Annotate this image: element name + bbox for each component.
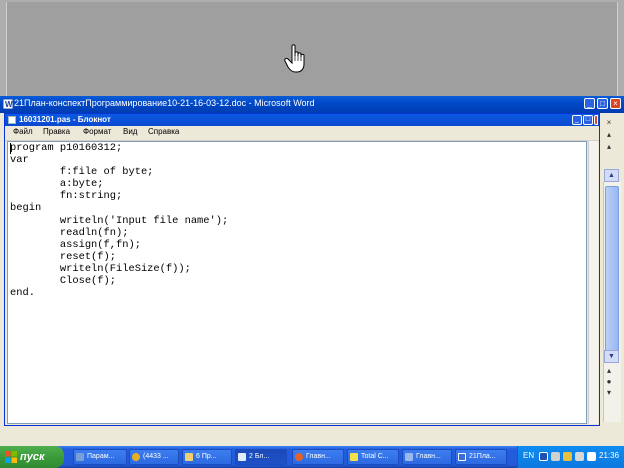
taskbar-button-main[interactable]: Главн... [402, 449, 452, 465]
firefox-icon [295, 453, 303, 461]
notepad-text-area[interactable]: program p10160312; var f:file of byte; a… [7, 141, 587, 424]
word-prev-page-icon[interactable]: ▴ [604, 366, 614, 376]
word-maximize-button[interactable]: □ [597, 98, 608, 109]
source-code-text: program p10160312; var f:file of byte; a… [10, 142, 229, 300]
word-minimize-button[interactable]: _ [584, 98, 595, 109]
notepad-icon [238, 453, 246, 461]
taskbar-button-label: (4433 ... [143, 453, 169, 460]
taskbar-button-label: Парам... [87, 453, 115, 460]
volume-icon[interactable] [575, 452, 584, 461]
word-next-page-icon[interactable]: ▾ [604, 388, 614, 398]
taskbar-button-totalcmd[interactable]: Total C... [347, 449, 399, 465]
totalcmd-icon [350, 453, 358, 461]
help-icon[interactable] [539, 452, 548, 461]
system-tray: EN 21:36 [517, 446, 624, 468]
word-side-arrow2-icon[interactable]: ▴ [604, 142, 614, 152]
desktop-screen: W 21План-конспектПрограммирование10-21-1… [0, 0, 624, 468]
gray-panel [6, 2, 618, 96]
taskbar-button-params[interactable]: Парам... [73, 449, 127, 465]
shield-icon[interactable] [563, 452, 572, 461]
language-indicator[interactable]: EN [523, 451, 534, 460]
folder-icon [185, 453, 193, 461]
taskbar-button-chrome[interactable]: (4433 ... [129, 449, 179, 465]
taskbar-button-label: Главн... [306, 453, 331, 460]
taskbar-button-word[interactable]: 21Пла... [455, 449, 507, 465]
tray-app-icon[interactable] [587, 452, 596, 461]
windows-logo-icon [5, 451, 17, 463]
word-icon [458, 453, 466, 461]
menu-format[interactable]: Формат [83, 127, 111, 136]
svg-text:W: W [5, 100, 13, 109]
menu-view[interactable]: Вид [123, 127, 137, 136]
word-window-title: 21План-конспектПрограммирование10-21-16-… [14, 98, 315, 108]
word-side-arrow-icon[interactable]: ▴ [604, 130, 614, 140]
notepad-menubar: Файл Правка Формат Вид Справка [5, 126, 599, 141]
menu-help[interactable]: Справка [148, 127, 179, 136]
word-scroll-down-button[interactable]: ▼ [604, 350, 619, 363]
gear-icon [76, 453, 84, 461]
text-caret [10, 143, 11, 154]
word-browse-object-icon[interactable]: ● [604, 377, 614, 387]
hand-cursor-icon [284, 44, 305, 73]
taskbar-button-folders[interactable]: 6 Пр... [182, 449, 232, 465]
taskbar-button-label: Total C... [361, 453, 389, 460]
notepad-window: 16031201.pas - Блокнот _ □ Файл Правка Ф… [4, 113, 600, 426]
chrome-icon [132, 453, 140, 461]
notepad-app-icon [8, 116, 16, 124]
menu-file[interactable]: Файл [13, 127, 33, 136]
menu-edit[interactable]: Правка [43, 127, 70, 136]
notepad-close-button[interactable] [594, 115, 598, 125]
notepad-window-title: 16031201.pas - Блокнот [19, 115, 111, 124]
clock: 21:36 [599, 451, 620, 460]
word-doc-close-icon[interactable]: × [604, 118, 614, 128]
word-scroll-up-button[interactable]: ▲ [604, 169, 619, 182]
notepad-titlebar[interactable]: 16031201.pas - Блокнот _ □ [5, 114, 599, 126]
taskbar-button-notepad[interactable]: 2 Бл... [235, 449, 287, 465]
taskbar-button-firefox[interactable]: Главн... [292, 449, 344, 465]
taskbar: пуск Парам... (4433 ... 6 Пр... 2 Бл... … [0, 446, 624, 468]
start-button[interactable]: пуск [0, 446, 64, 468]
word-close-button[interactable]: × [610, 98, 621, 109]
taskbar-button-label: 21Пла... [469, 453, 496, 460]
notepad-maximize-button[interactable]: □ [583, 115, 593, 125]
word-scroll-thumb[interactable] [605, 186, 619, 351]
taskbar-button-label: Главн... [416, 453, 441, 460]
notepad-minimize-button[interactable]: _ [572, 115, 582, 125]
word-titlebar[interactable]: W 21План-конспектПрограммирование10-21-1… [0, 96, 624, 113]
window-icon [405, 453, 413, 461]
network-icon[interactable] [551, 452, 560, 461]
word-app-icon: W [3, 99, 13, 109]
gray-background-area [0, 0, 624, 98]
notepad-scrollbar[interactable] [588, 141, 598, 424]
taskbar-button-label: 6 Пр... [196, 453, 217, 460]
taskbar-button-label: 2 Бл... [249, 453, 270, 460]
start-label: пуск [20, 451, 45, 463]
